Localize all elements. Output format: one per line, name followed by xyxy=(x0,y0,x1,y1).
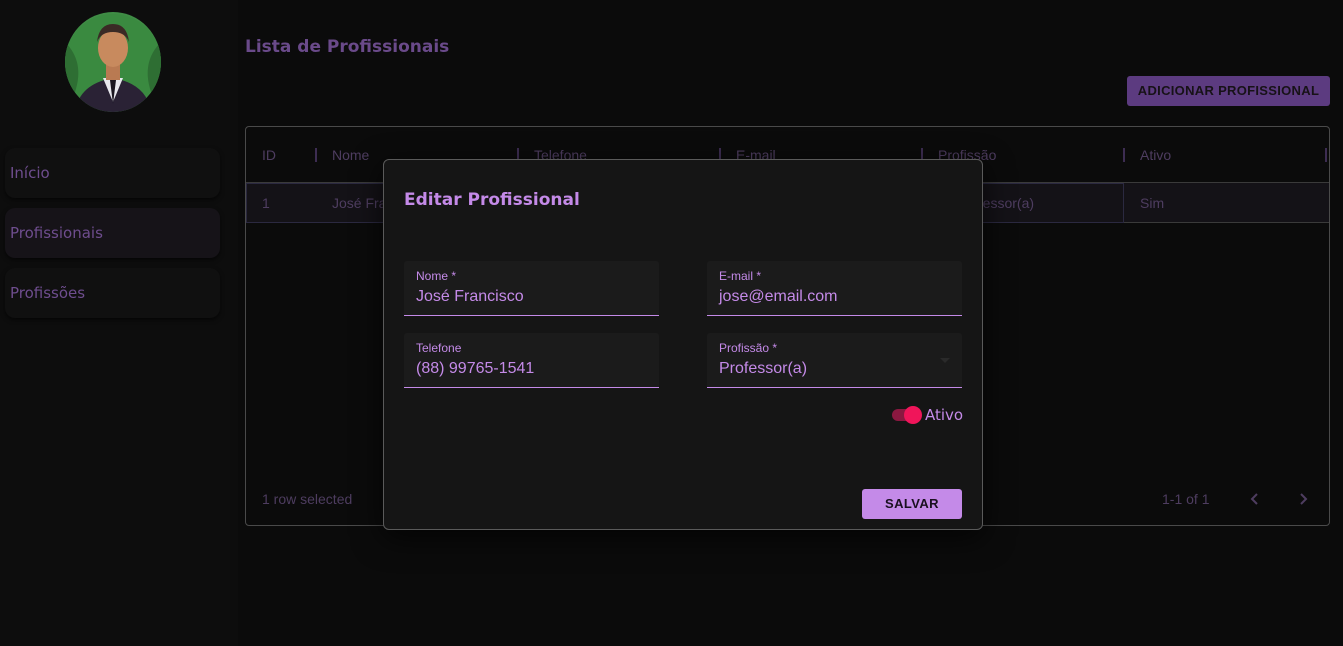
ativo-label[interactable]: Ativo xyxy=(925,406,963,424)
email-field[interactable]: E-mail * jose@email.com xyxy=(707,261,962,316)
profissao-value[interactable]: Professor(a) xyxy=(719,360,807,378)
nome-field[interactable]: Nome * José Francisco xyxy=(404,261,659,316)
toggle-thumb[interactable] xyxy=(904,406,922,424)
dialog-title: Editar Profissional xyxy=(404,190,580,210)
telefone-label: Telefone xyxy=(416,341,462,355)
email-label: E-mail * xyxy=(719,269,762,283)
nome-input[interactable]: José Francisco xyxy=(416,288,524,306)
ativo-toggle[interactable] xyxy=(892,405,922,425)
dropdown-arrow-icon[interactable] xyxy=(940,358,950,363)
edit-professional-dialog: Editar Profissional Nome * José Francisc… xyxy=(383,159,983,530)
email-input[interactable]: jose@email.com xyxy=(719,288,838,306)
nome-label: Nome * xyxy=(416,269,457,283)
profissao-select[interactable]: Profissão * Professor(a) xyxy=(707,333,962,388)
telefone-input[interactable]: (88) 99765-1541 xyxy=(416,360,534,378)
profissao-label: Profissão * xyxy=(719,341,778,355)
telefone-field[interactable]: Telefone (88) 99765-1541 xyxy=(404,333,659,388)
save-button[interactable]: SALVAR xyxy=(862,489,962,519)
